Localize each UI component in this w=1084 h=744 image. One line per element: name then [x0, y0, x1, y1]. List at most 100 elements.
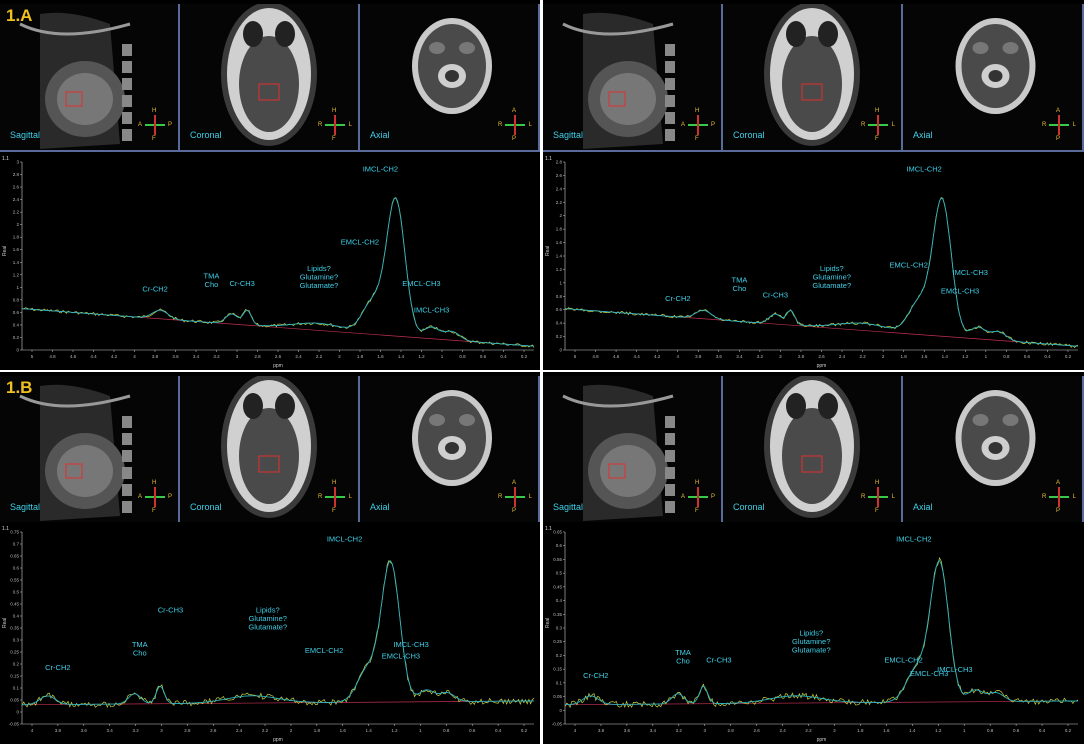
y-tick-label: 2.4	[13, 197, 20, 202]
orientation-letter: F	[875, 508, 879, 514]
orientation-letter: H	[152, 108, 157, 114]
orientation-letter: P	[1056, 136, 1061, 142]
fitted-spectrum-line	[21, 560, 534, 706]
x-tick-label: 3.2	[676, 728, 683, 733]
orientation-cross-icon: H F R L	[861, 108, 895, 142]
y-tick-label: 0.15	[10, 674, 19, 679]
y-tick-label: 0.35	[10, 626, 19, 631]
y-tick-label: 0.8	[13, 297, 20, 302]
x-tick-label: 2.2	[316, 354, 323, 359]
orientation-letter: F	[695, 508, 699, 514]
x-tick-label: 3.6	[624, 728, 631, 733]
view-label: Axial	[913, 502, 933, 512]
x-tick-label: 1.4	[942, 354, 949, 359]
orientation-letter: F	[875, 136, 879, 142]
orientation-cross-icon: H F A P	[681, 108, 715, 142]
x-tick-label: 1.8	[857, 728, 864, 733]
y-tick-label: 0	[16, 348, 19, 353]
x-tick-label: 2.6	[753, 728, 760, 733]
x-tick-label: 3.8	[598, 728, 605, 733]
y-tick-label: 0.45	[10, 602, 19, 607]
y-tick-label: 3	[16, 160, 19, 165]
x-tick-label: 1	[985, 354, 988, 359]
x-tick-label: 2.4	[839, 354, 846, 359]
y-tick-label: 2.8	[556, 160, 563, 165]
peak-label: TMA Cho	[731, 275, 747, 293]
x-tick-label: 1	[963, 728, 966, 733]
x-tick-label: 3.8	[55, 728, 62, 733]
spectrum-plot: 1.1 Real 0.65 0.6 0.55 0.5 0.45 0.4 0.35 0.3 0.25 0…	[545, 526, 1079, 743]
orientation-letter: F	[152, 136, 156, 142]
peak-label: Lipids? Glutamine? Glutamate?	[792, 629, 831, 655]
orientation-letter: H	[875, 108, 880, 114]
orientation-letter: P	[512, 508, 517, 514]
x-tick-label: 3	[703, 728, 706, 733]
y-tick-label: 0.6	[556, 307, 563, 312]
orientation-letter: H	[695, 480, 700, 486]
peak-label: Cr-CH3	[229, 279, 254, 288]
x-tick-label: 4	[133, 354, 136, 359]
orientation-letter: L	[528, 122, 532, 128]
orientation-letter: F	[695, 136, 699, 142]
x-tick-label: 2.8	[728, 728, 735, 733]
mri-view-sagittal: Sagittal H F A P	[0, 4, 180, 152]
y-tick-label: 0.4	[556, 321, 563, 326]
y-tick-label: 2.8	[13, 172, 20, 177]
spectrum-panel: 1.1 Real 3 2.8 2.6 2.4 2.2 2 1.8 1.6 1.4 1.2 1 0.8 0.6…	[0, 152, 540, 370]
x-tick-label: 2.8	[254, 354, 261, 359]
y-tick-label: 0.4	[556, 598, 563, 603]
view-label: Sagittal	[553, 130, 584, 140]
x-tick-label: 0.4	[495, 728, 502, 733]
orientation-cross-icon: A P R L	[498, 480, 532, 514]
x-tick-label: 3.2	[213, 354, 220, 359]
orientation-letter: R	[861, 122, 866, 128]
orientation-letter: P	[1056, 508, 1061, 514]
x-tick-label: 1.8	[357, 354, 364, 359]
x-tick-label: 1.2	[418, 354, 425, 359]
mri-view-sagittal: Sagittal H F A P	[543, 4, 723, 152]
y-tick-label: 0.5	[13, 590, 20, 595]
x-tick-label: 2.6	[818, 354, 825, 359]
y-tick-label: 0.7	[13, 542, 20, 547]
orientation-letter: L	[891, 122, 895, 128]
spectrum-plot: 1.1 Real 3 2.8 2.6 2.4 2.2 2 1.8 1.6 1.4 1.2 1 0.8 0.6…	[2, 156, 535, 369]
x-tick-label: 0.2	[1065, 354, 1072, 359]
y-tick-label: 0.4	[13, 322, 20, 327]
view-label: Coronal	[190, 130, 222, 140]
orientation-letter: R	[318, 494, 323, 500]
orientation-letter: L	[1072, 122, 1076, 128]
orientation-letter: A	[512, 108, 517, 114]
y-tick-label: 0.2	[13, 335, 20, 340]
peak-label: Lipids? Glutamine? Glutamate?	[300, 264, 339, 290]
spectrum-panel: 1.1 Real 0.65 0.6 0.55 0.5 0.45 0.4 0.35 0.3 0.25 0…	[543, 522, 1084, 744]
peak-label: TMA Cho	[204, 272, 220, 290]
mri-view-coronal: Coronal H F R L	[723, 376, 903, 524]
orientation-letter: L	[348, 494, 352, 500]
peak-label: Lipids? Glutamine? Glutamate?	[248, 606, 287, 632]
orientation-letter: A	[681, 494, 686, 500]
x-tick-label: 2.2	[805, 728, 812, 733]
y-axis-label: Real	[545, 618, 551, 628]
corner-label: 1.1	[2, 156, 9, 162]
spectrum-plot: 1.1 Real 0.75 0.7 0.65 0.6 0.55 0.5 0.45 0.4 0.35 0…	[2, 526, 535, 743]
x-tick-label: 1.6	[883, 728, 890, 733]
peak-label: EMCL-CH2	[884, 656, 922, 665]
x-tick-label: 3.6	[716, 354, 723, 359]
peak-label: Cr-CH2	[583, 671, 608, 680]
x-tick-label: 3.2	[132, 728, 139, 733]
orientation-cross-icon: H F R L	[861, 480, 895, 514]
x-tick-label: 4	[31, 728, 34, 733]
y-tick-label: 0.25	[553, 639, 562, 644]
x-tick-label: 1.8	[314, 728, 321, 733]
x-tick-label: 3.8	[695, 354, 702, 359]
x-tick-label: 1	[419, 728, 422, 733]
y-tick-label: 0.2	[556, 334, 563, 339]
peak-label: Lipids? Glutamine? Glutamate?	[812, 264, 851, 290]
y-tick-label: 0.65	[10, 554, 19, 559]
y-tick-label: 1.4	[13, 260, 20, 265]
orientation-letter: H	[152, 480, 157, 486]
x-tick-label: 2.2	[262, 728, 269, 733]
orientation-letter: H	[332, 108, 337, 114]
x-tick-label: 1.8	[901, 354, 908, 359]
orientation-letter: A	[1056, 480, 1061, 486]
